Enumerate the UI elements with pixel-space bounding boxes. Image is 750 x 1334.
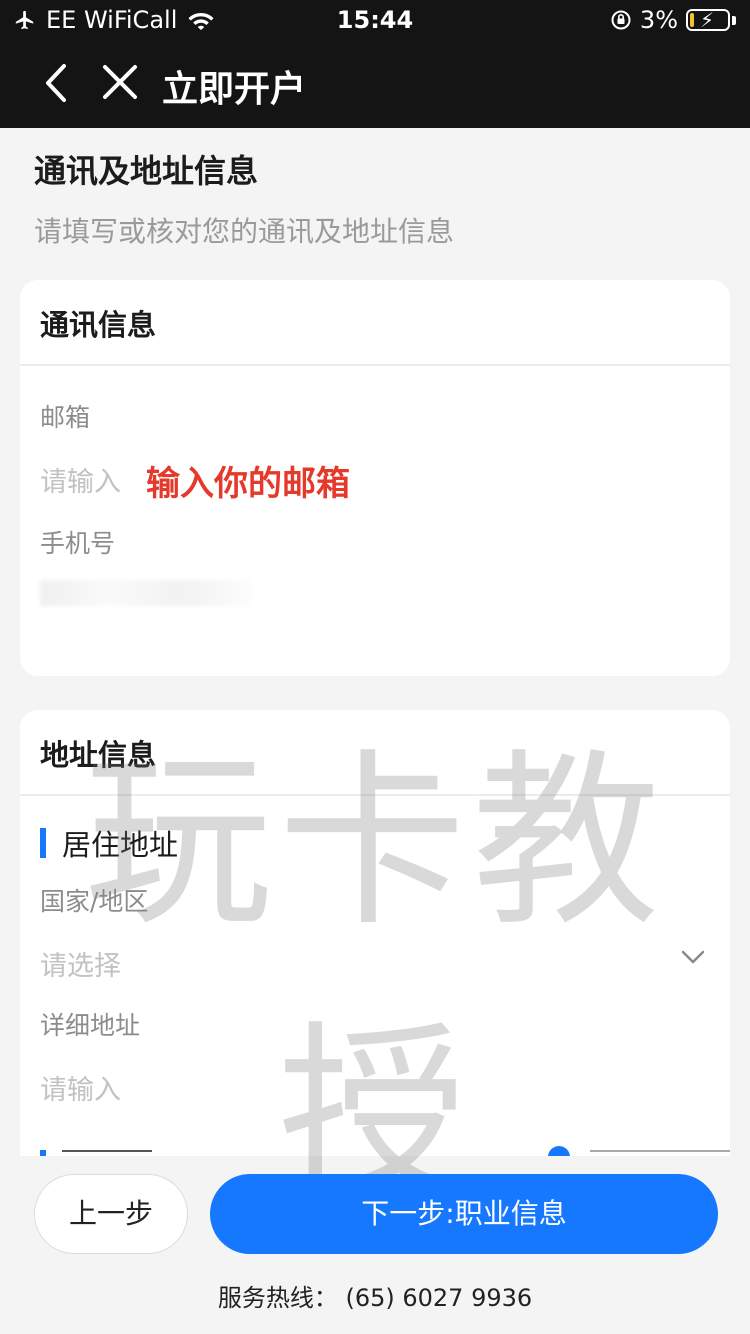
previous-step-button[interactable]: 上一步	[34, 1174, 188, 1254]
charging-bolt-icon: ⚡	[700, 8, 715, 32]
battery-charging-icon: ⚡	[686, 8, 730, 32]
country-label: 国家/地区	[40, 887, 149, 916]
radio-icon[interactable]	[548, 1146, 570, 1156]
residential-address-title: 居住地址	[62, 828, 179, 862]
section-subheading: 请填写或核对您的通讯及地址信息	[34, 215, 455, 248]
battery-level-fill	[690, 13, 694, 27]
top-bar: EE WiFiCall 15:44 3% ⚡ 立即开户	[0, 0, 750, 128]
battery-percent: 3%	[639, 6, 678, 34]
contact-info-card: 通讯信息 邮箱 请输入 输入你的邮箱 手机号	[20, 280, 730, 676]
phone-value-redacted[interactable]	[40, 580, 250, 606]
close-icon[interactable]	[100, 62, 140, 102]
mailing-address-row-cutoff	[40, 1146, 730, 1156]
nav-bar: 立即开户	[0, 42, 750, 128]
email-annotation: 输入你的邮箱	[146, 464, 350, 504]
country-select[interactable]: 请选择	[40, 944, 121, 983]
address-card-title: 地址信息	[40, 738, 157, 772]
status-bar: EE WiFiCall 15:44 3% ⚡	[0, 0, 750, 42]
section-accent-bar	[40, 1150, 46, 1156]
service-hotline: 服务热线： (65) 6027 9936	[217, 1284, 533, 1312]
detail-address-input[interactable]: 请输入	[40, 1068, 121, 1107]
phone-label: 手机号	[40, 529, 116, 558]
residential-address-header: 居住地址	[40, 822, 178, 864]
back-chevron-icon[interactable]	[36, 60, 76, 106]
divider	[20, 794, 730, 796]
cutoff-option-text	[590, 1150, 730, 1156]
battery-tip	[732, 15, 736, 25]
status-right: 3% ⚡	[610, 6, 736, 34]
chevron-down-icon[interactable]	[680, 944, 706, 970]
page-title: 立即开户	[162, 69, 307, 110]
detail-address-label: 详细地址	[40, 1011, 141, 1040]
address-info-card: 地址信息 居住地址 国家/地区 请选择 详细地址 请输入	[20, 710, 730, 1156]
section-accent-bar	[40, 828, 46, 858]
section-heading: 通讯及地址信息	[34, 152, 259, 190]
next-step-button[interactable]: 下一步:职业信息	[210, 1174, 718, 1254]
email-input[interactable]: 请输入	[40, 460, 121, 499]
divider	[20, 364, 730, 366]
contact-card-title: 通讯信息	[40, 308, 157, 342]
cutoff-text	[62, 1150, 152, 1156]
rotation-lock-icon	[611, 10, 631, 30]
email-label: 邮箱	[40, 403, 91, 432]
